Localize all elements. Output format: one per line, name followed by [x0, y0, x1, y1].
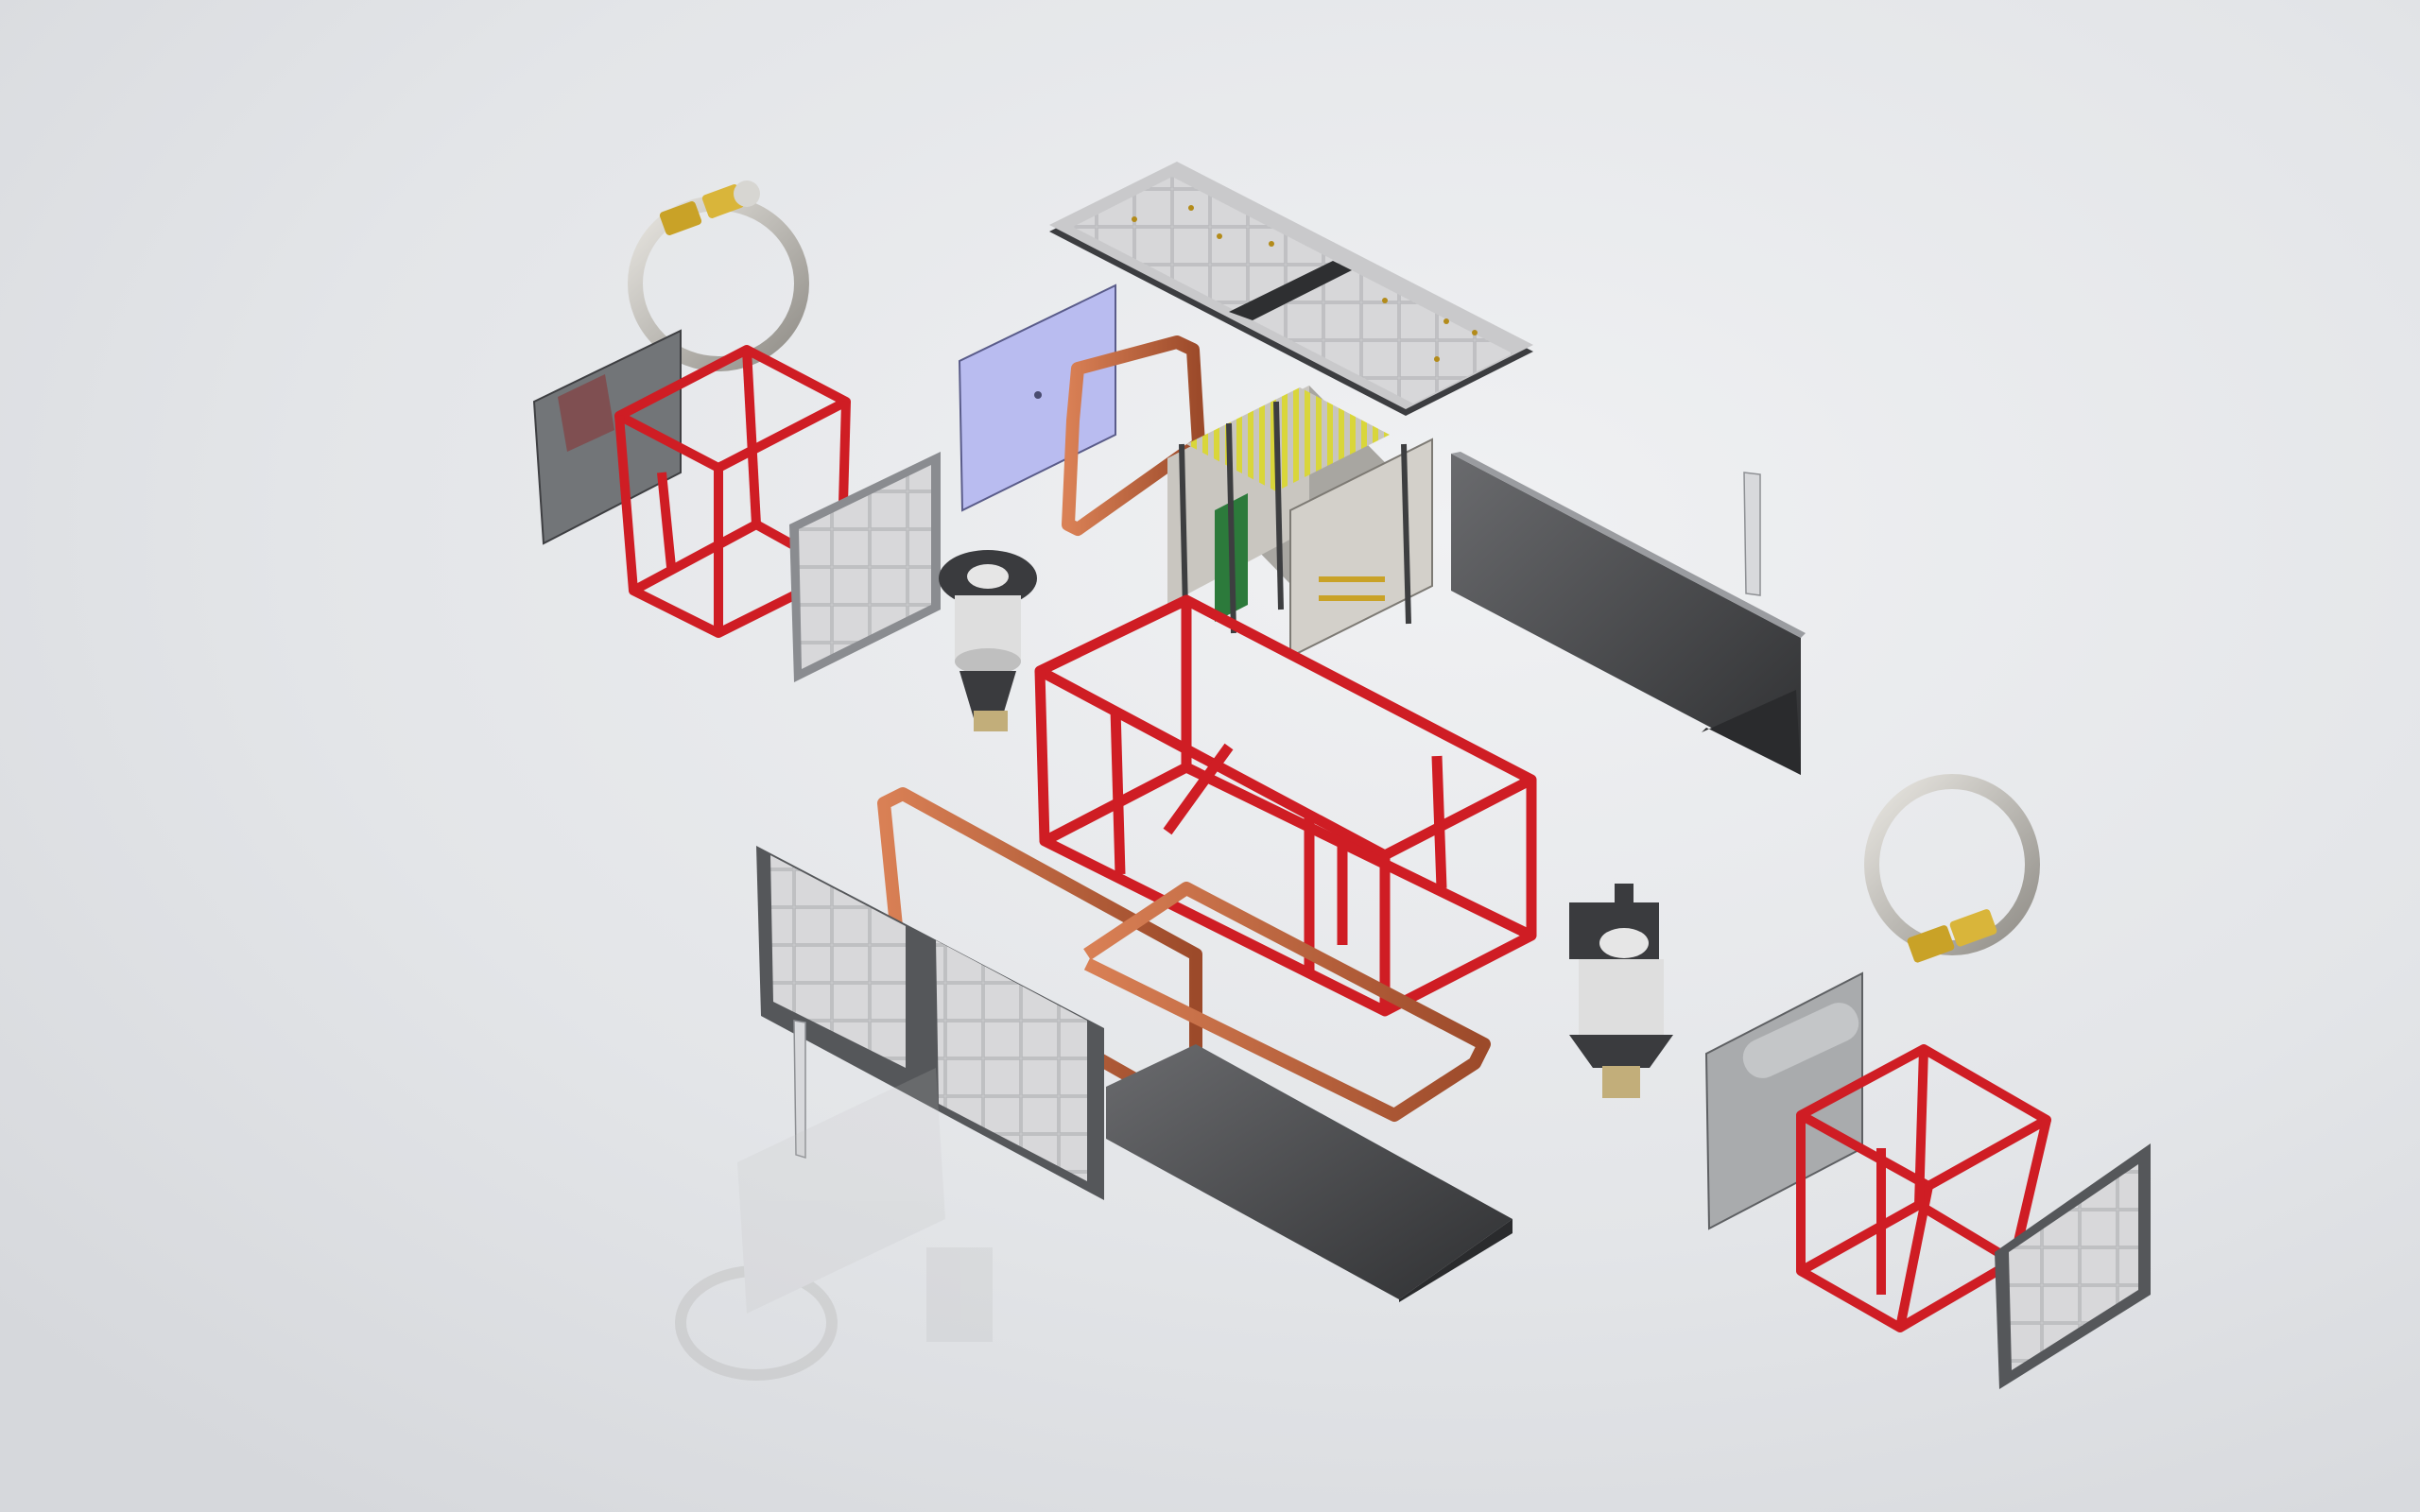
slot-plate-right — [1744, 472, 1760, 595]
exploded-satellite-assembly — [0, 0, 2420, 1512]
